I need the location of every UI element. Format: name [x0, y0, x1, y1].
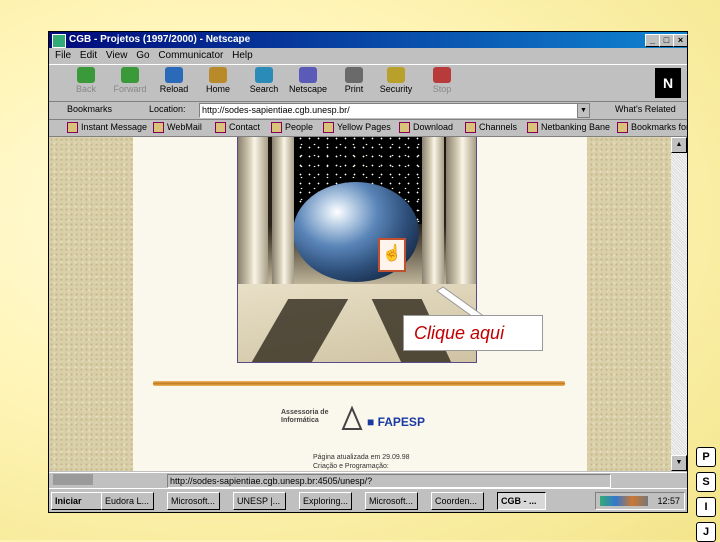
- print-icon: [345, 67, 363, 83]
- app-icon-s[interactable]: S: [696, 472, 716, 492]
- browser-window: CGB - Projetos (1997/2000) - Netscape _ …: [48, 31, 688, 513]
- sponsor-logos: Assessoria de Informática ■ FAPESP: [281, 405, 461, 437]
- taskbar-item[interactable]: Eudora L...: [101, 492, 154, 510]
- callout-box[interactable]: Clique aqui: [403, 315, 543, 351]
- stop-button[interactable]: Stop: [419, 67, 465, 99]
- taskbar-item[interactable]: UNESP |...: [233, 492, 286, 510]
- menu-communicator[interactable]: Communicator: [158, 49, 223, 63]
- bookmark-icon: [527, 122, 538, 134]
- vertical-scrollbar[interactable]: ▲ ▼: [671, 137, 687, 471]
- lock-icon: [387, 67, 405, 83]
- netscape-icon: [299, 67, 317, 83]
- bookmark-icon: [271, 122, 282, 134]
- status-url: http://sodes-sapientiae.cgb.unesp.br:450…: [167, 474, 611, 488]
- system-tray: 12:57: [595, 492, 685, 510]
- search-button[interactable]: Search: [241, 67, 287, 99]
- taskbar-item[interactable]: Microsoft...: [167, 492, 220, 510]
- reload-icon: [165, 67, 183, 83]
- bookmarks-button[interactable]: Bookmarks: [67, 104, 112, 114]
- bookmark-channels[interactable]: Channels: [465, 122, 517, 134]
- back-arrow-icon: [77, 67, 95, 83]
- taskbar-item[interactable]: Microsoft...: [365, 492, 418, 510]
- page-body: ☝ Clique aqui Assessoria de Informática …: [133, 137, 587, 471]
- tray-icons[interactable]: [600, 496, 648, 506]
- callout-text: Clique aqui: [414, 323, 505, 343]
- print-button[interactable]: Print: [331, 67, 377, 99]
- assessoria-emblem-icon: [341, 405, 363, 430]
- menu-edit[interactable]: Edit: [80, 49, 97, 63]
- start-button[interactable]: Iniciar: [51, 492, 102, 510]
- url-dropdown-icon[interactable]: ▼: [577, 103, 590, 118]
- whats-related-button[interactable]: What's Related: [615, 104, 676, 114]
- menu-help[interactable]: Help: [232, 49, 253, 63]
- security-button[interactable]: Security: [373, 67, 419, 99]
- taskbar-item[interactable]: Exploring...: [299, 492, 352, 510]
- bookmark-contact[interactable]: Contact: [215, 122, 260, 134]
- netscape-button[interactable]: Netscape: [285, 67, 331, 99]
- taskbar: Iniciar Eudora L... Microsoft... UNESP |…: [49, 488, 687, 513]
- taskbar-item-active[interactable]: CGB - ...: [497, 492, 546, 510]
- progress-icon: [53, 474, 93, 485]
- location-toolbar: Bookmarks Location: http://sodes-sapient…: [49, 101, 687, 120]
- search-icon: [255, 67, 273, 83]
- location-label: Location:: [149, 104, 186, 114]
- reload-button[interactable]: Reload: [151, 67, 197, 99]
- close-button[interactable]: ×: [673, 34, 688, 47]
- menu-go[interactable]: Go: [136, 49, 149, 63]
- navigation-toolbar: Back Forward Reload Home Search Netscape…: [49, 64, 687, 102]
- bookmark-icon: [465, 122, 476, 134]
- url-input[interactable]: http://sodes-sapientiae.cgb.unesp.br/: [199, 103, 579, 118]
- bookmark-netbanking[interactable]: Netbanking Bane: [527, 122, 610, 134]
- divider-bar: [153, 381, 565, 386]
- menu-view[interactable]: View: [106, 49, 128, 63]
- window-title: CGB - Projetos (1997/2000) - Netscape: [69, 34, 251, 45]
- netscape-app-icon: [52, 34, 66, 48]
- app-icon-i[interactable]: I: [696, 497, 716, 517]
- menu-bar: File Edit View Go Communicator Help: [49, 49, 687, 63]
- scroll-down-icon[interactable]: ▼: [671, 455, 687, 471]
- minimize-button[interactable]: _: [645, 34, 660, 47]
- update-info: Página atualizada em 29.09.98 Criação e …: [313, 454, 410, 470]
- app-icon-j[interactable]: J: [696, 522, 716, 542]
- app-icon-p[interactable]: P: [696, 447, 716, 467]
- forward-button[interactable]: Forward: [107, 67, 153, 99]
- forward-arrow-icon: [121, 67, 139, 83]
- back-button[interactable]: Back: [63, 67, 109, 99]
- scroll-up-icon[interactable]: ▲: [671, 137, 687, 153]
- assessoria-logo: Assessoria de Informática: [281, 409, 329, 424]
- bookmark-webmail[interactable]: WebMail: [153, 122, 202, 134]
- home-icon: [209, 67, 227, 83]
- page-viewport: ☝ Clique aqui Assessoria de Informática …: [49, 137, 671, 471]
- side-app-icons: P S I J: [696, 442, 718, 542]
- bookmark-yellow-pages[interactable]: Yellow Pages: [323, 122, 391, 134]
- bookmark-people[interactable]: People: [271, 122, 313, 134]
- stop-icon: [433, 67, 451, 83]
- clock: 12:57: [657, 496, 680, 506]
- status-bar: http://sodes-sapientiae.cgb.unesp.br:450…: [49, 472, 687, 488]
- bookmark-instant-message[interactable]: Instant Message: [67, 122, 147, 134]
- bookmark-icon: [67, 122, 78, 134]
- bookmark-icon: [323, 122, 334, 134]
- bookmark-icon: [399, 122, 410, 134]
- home-button[interactable]: Home: [195, 67, 241, 99]
- menu-file[interactable]: File: [55, 49, 71, 63]
- maximize-button[interactable]: □: [659, 34, 674, 47]
- netscape-logo[interactable]: N: [655, 68, 681, 98]
- bookmark-bookmarks-for[interactable]: Bookmarks for: [617, 122, 687, 134]
- bookmark-download[interactable]: Download: [399, 122, 453, 134]
- title-bar: CGB - Projetos (1997/2000) - Netscape _ …: [49, 32, 688, 48]
- fapesp-logo: ■ FAPESP: [367, 415, 425, 429]
- personal-toolbar: Instant Message WebMail Contact People Y…: [49, 120, 687, 137]
- bookmark-icon: [215, 122, 226, 134]
- bookmark-icon: [153, 122, 164, 134]
- taskbar-item[interactable]: Coorden...: [431, 492, 484, 510]
- bookmark-icon: [617, 122, 628, 134]
